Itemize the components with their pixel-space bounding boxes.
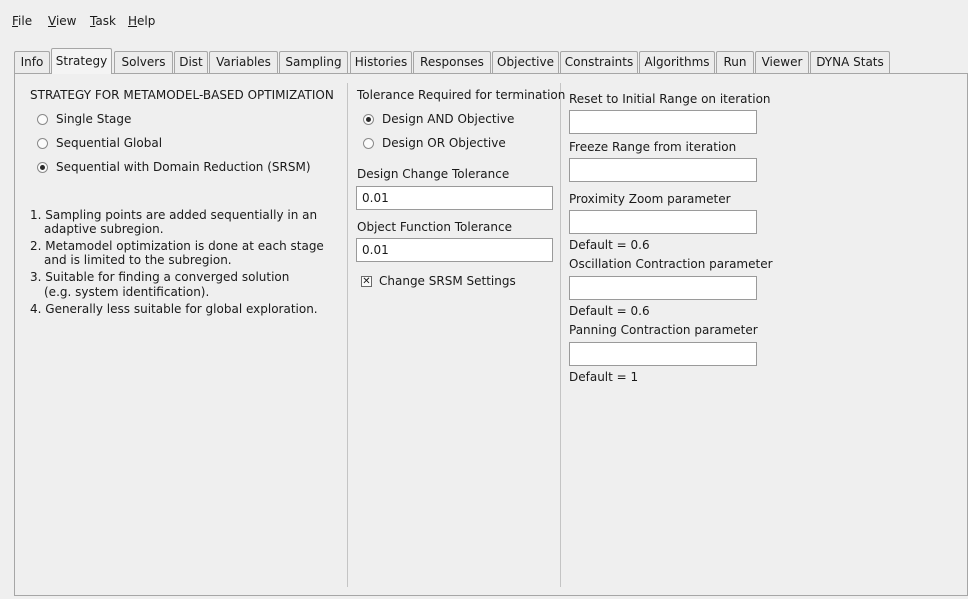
proximity-zoom-input[interactable] [569, 210, 757, 234]
radio-label-sequential-global[interactable]: Sequential Global [56, 136, 162, 150]
tab-dist[interactable]: Dist [174, 51, 208, 73]
srsm-settings-checkbox[interactable]: ✕ [361, 276, 372, 287]
strategy-note: (e.g. system identification). [44, 285, 210, 299]
panning-contraction-label: Panning Contraction parameter [569, 323, 758, 337]
reset-range-label: Reset to Initial Range on iteration [569, 92, 771, 106]
radio-design-or-objective[interactable] [363, 138, 374, 149]
menu-view[interactable]: View [48, 14, 76, 28]
strategy-note: 3. Suitable for finding a converged solu… [30, 270, 290, 284]
panning-contraction-input[interactable] [569, 342, 757, 366]
freeze-range-label: Freeze Range from iteration [569, 140, 737, 154]
strategy-note: 2. Metamodel optimization is done at eac… [30, 239, 324, 253]
tab-algorithms[interactable]: Algorithms [639, 51, 715, 73]
tab-viewer[interactable]: Viewer [755, 51, 809, 73]
strategy-note: 4. Generally less suitable for global ex… [30, 302, 318, 316]
tab-solvers[interactable]: Solvers [114, 51, 173, 73]
strategy-note: adaptive subregion. [44, 222, 164, 236]
tab-bar: Info Strategy Solvers Dist Variables Sam… [14, 48, 968, 74]
tab-run[interactable]: Run [716, 51, 754, 73]
menu-task[interactable]: Task [90, 14, 116, 28]
oscillation-contraction-label: Oscillation Contraction parameter [569, 257, 773, 271]
strategy-panel [14, 73, 968, 596]
strategy-note: 1. Sampling points are added sequentiall… [30, 208, 318, 222]
menu-help[interactable]: Help [128, 14, 155, 28]
radio-label-design-and-objective[interactable]: Design AND Objective [382, 112, 514, 126]
design-change-label: Design Change Tolerance [357, 167, 510, 181]
tab-responses[interactable]: Responses [413, 51, 491, 73]
tab-variables[interactable]: Variables [209, 51, 278, 73]
tab-objective[interactable]: Objective [492, 51, 559, 73]
design-change-input[interactable]: 0.01 [356, 186, 553, 210]
radio-label-single-stage[interactable]: Single Stage [56, 112, 131, 126]
column-divider [347, 83, 348, 587]
tab-sampling[interactable]: Sampling [279, 51, 348, 73]
tab-constraints[interactable]: Constraints [560, 51, 638, 73]
reset-range-input[interactable] [569, 110, 757, 134]
strategy-heading: STRATEGY FOR METAMODEL-BASED OPTIMIZATIO… [30, 88, 334, 102]
proximity-zoom-label: Proximity Zoom parameter [569, 192, 731, 206]
object-function-label: Object Function Tolerance [357, 220, 512, 234]
menu-file[interactable]: File [12, 14, 32, 28]
proximity-zoom-default: Default = 0.6 [569, 238, 650, 252]
radio-sequential-global[interactable] [37, 138, 48, 149]
freeze-range-input[interactable] [569, 158, 757, 182]
tab-info[interactable]: Info [14, 51, 50, 73]
radio-srsm[interactable] [37, 162, 48, 173]
panning-contraction-default: Default = 1 [569, 370, 639, 384]
oscillation-contraction-input[interactable] [569, 276, 757, 300]
strategy-note: and is limited to the subregion. [44, 253, 232, 267]
column-divider [560, 83, 561, 587]
radio-design-and-objective[interactable] [363, 114, 374, 125]
radio-label-design-or-objective[interactable]: Design OR Objective [382, 136, 506, 150]
tolerance-heading: Tolerance Required for termination [357, 88, 566, 102]
tab-histories[interactable]: Histories [350, 51, 412, 73]
radio-single-stage[interactable] [37, 114, 48, 125]
tab-strategy[interactable]: Strategy [51, 48, 112, 74]
tab-dyna-stats[interactable]: DYNA Stats [810, 51, 890, 73]
menu-bar: File View Task Help [0, 10, 968, 32]
object-function-input[interactable]: 0.01 [356, 238, 553, 262]
oscillation-contraction-default: Default = 0.6 [569, 304, 650, 318]
srsm-settings-label[interactable]: Change SRSM Settings [379, 274, 516, 288]
radio-label-srsm[interactable]: Sequential with Domain Reduction (SRSM) [56, 160, 311, 174]
